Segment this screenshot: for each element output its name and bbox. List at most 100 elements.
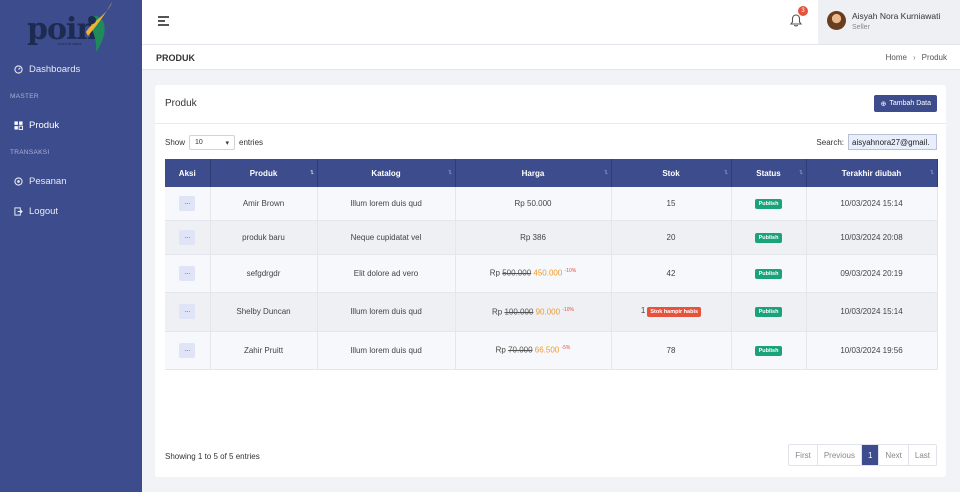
price-prefix: Rp [491,307,503,317]
status-badge: Publish [754,345,783,356]
sidebar-section-transaksi: TRANSAKSI [10,149,50,156]
cell-aksi: ... [165,187,211,221]
logout-icon [14,206,23,216]
entries-control: Show 10 ▾ entries [165,135,263,150]
header-label: Harga [521,168,545,178]
chevron-down-icon: ▾ [225,139,230,147]
notification-badge: 3 [798,6,808,16]
grid-icon [14,120,23,130]
cell-harga: Rp 386 [455,220,612,255]
discount: -10% [562,306,574,313]
sort-icon: ↑↓ [309,169,315,176]
user-menu[interactable]: Aisyah Nora Kurniawati Seller [818,0,960,44]
header-label: Aksi [178,168,196,178]
page-last[interactable]: Last [909,445,936,465]
row-action-button[interactable]: ... [179,304,196,319]
show-label: Show [165,138,186,147]
cell-katalog: Illum lorem duis qud [317,331,456,370]
add-data-label: Tambah Data [889,100,931,107]
cell-produk: Shelby Duncan [210,292,318,332]
price-old: 70.000 [508,345,533,355]
sort-icon: ↑↓ [723,169,729,176]
product-card: Produk ⊕ Tambah Data Show 10 ▾ entries S… [155,85,946,477]
cell-stok: 42 [611,254,732,293]
page-next[interactable]: Next [879,445,909,465]
breadcrumb-current: Produk [921,53,947,62]
search-input[interactable]: aisyahnora27@gmail. [848,134,937,150]
entries-select[interactable]: 10 ▾ [189,135,236,150]
sidebar-item-label: Logout [29,205,59,217]
table-row: ... Amir Brown Illum lorem duis qud Rp 5… [165,187,938,221]
cell-aksi: ... [165,331,211,370]
row-action-button[interactable]: ... [179,342,196,358]
entries-label: entries [239,138,264,147]
sidebar-item-label: Produk [29,119,60,131]
sidebar-item-pesanan[interactable]: Pesanan [0,171,142,191]
sidebar-item-produk[interactable]: Produk [0,115,142,135]
cell-aksi: ... [165,220,211,255]
cell-produk: produk baru [210,220,318,255]
cell-status: Publish [731,331,807,370]
cell-stok: 15 [611,187,732,221]
price-prefix: Rp [520,232,531,242]
divider [155,123,946,124]
cell-updated: 09/03/2024 20:19 [806,254,938,293]
row-action-button[interactable]: ... [179,229,196,245]
row-action-button[interactable]: ... [179,265,196,281]
column-header-stok[interactable]: Stok ↑↓ [611,159,732,187]
column-header-terakhir-diubah[interactable]: Terakhir diubah ↑↓ [806,159,938,187]
cell-stok: 1 Stok hampir habis [611,292,732,332]
plus-circle-icon: ⊕ [880,100,887,108]
table-header-row: Aksi Produk ↑↓ Katalog ↑↓ Harga ↑↓ Stok ↑↓ S… [165,159,938,187]
sidebar-section-master: MASTER [10,93,39,100]
page-previous[interactable]: Previous [818,445,862,465]
header-label: Produk [249,168,278,178]
sidebar: poin point of sales Dashboards MASTER Pr… [0,0,142,492]
sort-icon: ↑↓ [603,169,609,176]
column-header-aksi: Aksi [165,159,211,187]
page-current[interactable]: 1 [861,445,880,465]
cell-status: Publish [731,254,807,293]
cell-harga: Rp 500.000 450.000 -10% [455,254,612,293]
cell-updated: 10/03/2024 15:14 [806,292,938,332]
cell-updated: 10/03/2024 20:08 [806,220,938,255]
column-header-katalog[interactable]: Katalog ↑↓ [317,159,456,187]
sort-icon: ↑↓ [929,169,935,176]
breadcrumb: Home › Produk [886,53,947,62]
cell-status: Publish [731,292,807,332]
order-icon [14,176,23,186]
page-title: PRODUK [156,53,196,63]
header-label: Katalog [371,168,401,178]
bell-icon[interactable] [790,14,802,27]
brand-logo[interactable]: poin point of sales [0,0,142,62]
logo-mark-icon [86,2,112,52]
card-title: Produk [165,98,197,109]
price-prefix: Rp [495,345,506,355]
status-badge: Publish [754,307,783,317]
avatar [827,11,846,30]
breadcrumb-home[interactable]: Home [886,53,907,62]
row-action-button[interactable]: ... [179,195,196,211]
cell-katalog: Illum lorem duis qud [317,292,456,332]
column-header-produk[interactable]: Produk ↑↓ [210,159,318,187]
column-header-status[interactable]: Status ↑↓ [731,159,807,187]
page-first[interactable]: First [789,445,818,465]
sidebar-item-logout[interactable]: Logout [0,201,142,221]
stok-value: 1 [640,306,646,315]
cell-status: Publish [731,187,807,221]
cell-updated: 10/03/2024 19:56 [806,331,938,370]
table-row: ... sefgdrgdr Elit dolore ad vero Rp 500… [165,254,938,293]
column-header-harga[interactable]: Harga ↑↓ [455,159,612,187]
cell-harga: Rp 100.000 90.000 -10% [455,292,612,332]
menu-toggle-icon[interactable] [158,16,170,26]
add-data-button[interactable]: ⊕ Tambah Data [874,95,937,112]
topbar: 3 Aisyah Nora Kurniawati Seller [142,0,960,44]
discount: -10% [564,268,577,275]
sidebar-item-dashboards[interactable]: Dashboards [0,59,142,79]
dashboard-icon [14,64,23,74]
sort-icon: ↑↓ [447,169,453,176]
price-new: 450.000 [533,268,563,278]
search-control: Search: aisyahnora27@gmail. [816,134,937,150]
cell-stok: 20 [611,220,732,255]
user-role: Seller [852,24,870,31]
